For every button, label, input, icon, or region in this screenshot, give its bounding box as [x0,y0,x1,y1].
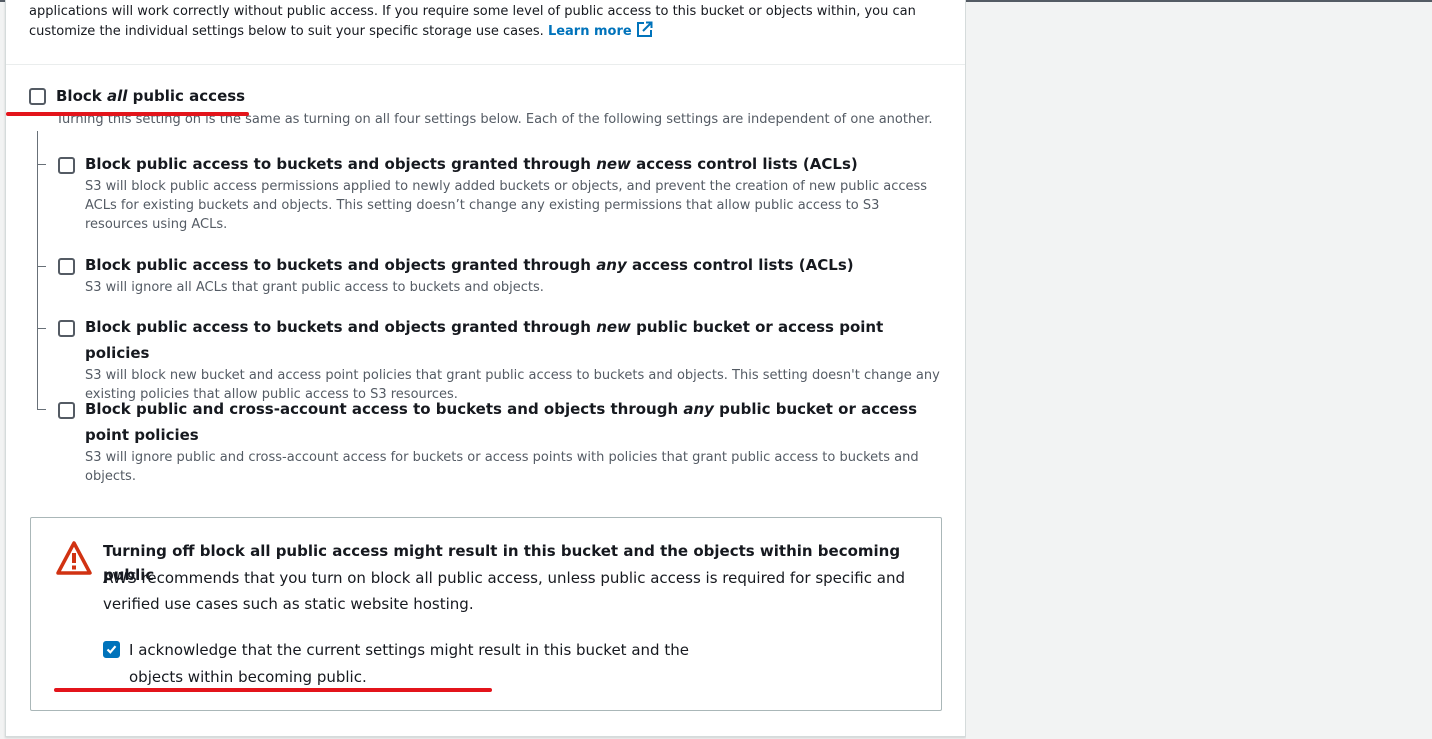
label-part: Block [56,87,107,105]
block-new-policies-checkbox[interactable] [58,320,75,337]
external-link-icon [636,21,653,44]
tree-connector [37,164,46,165]
acknowledge-line-2: objects within becoming public. [129,668,367,686]
block-all-public-access-label[interactable]: Block all public access [56,86,245,106]
acknowledge-label[interactable]: I acknowledge that the current settings … [129,637,729,691]
tree-connector [37,409,46,410]
option-block-new-acls: Block public access to buckets and objec… [85,151,945,234]
learn-more-label: Learn more [547,24,632,39]
annotation-underline-acknowledge [54,688,492,692]
title-part: access control lists (ACLs) [626,256,854,274]
annotation-underline-block-all [6,112,249,116]
title-emphasis: new [596,155,631,173]
option-title[interactable]: Block public access to buckets and objec… [85,151,945,177]
option-title[interactable]: Block public access to buckets and objec… [85,314,945,366]
title-emphasis: any [683,400,714,418]
section-divider [6,64,965,65]
page-background-right [966,2,1432,739]
tree-connector [37,266,46,267]
tree-connector-vertical [37,131,38,410]
option-description: S3 will block public access permissions … [85,179,928,232]
option-description: S3 will ignore all ACLs that grant publi… [85,280,544,295]
option-title[interactable]: Block public and cross-account access to… [85,396,945,448]
label-part: public access [127,87,246,105]
option-block-any-policies: Block public and cross-account access to… [85,396,945,486]
block-public-access-panel: applications will work correctly without… [5,0,966,737]
checkmark-icon [106,645,117,654]
title-part: Block public and cross-account access to… [85,400,684,418]
acknowledge-line-1: I acknowledge that the current settings … [129,641,689,659]
block-new-acls-checkbox[interactable] [58,157,75,174]
block-all-public-access-checkbox[interactable] [29,88,46,105]
title-part: Block public access to buckets and objec… [85,256,597,274]
public-access-warning-alert: Turning off block all public access migh… [30,517,942,711]
title-part: Block public access to buckets and objec… [85,155,597,173]
title-emphasis: any [596,256,627,274]
learn-more-link[interactable]: Learn more [547,21,653,39]
label-emphasis: all [106,87,128,105]
block-any-acls-checkbox[interactable] [58,258,75,275]
title-part: access control lists (ACLs) [630,155,858,173]
title-emphasis: new [596,318,631,336]
intro-text: applications will work correctly without… [29,2,949,44]
intro-description: applications will work correctly without… [29,4,916,39]
warning-triangle-icon [55,540,93,580]
acknowledge-checkbox[interactable] [103,641,120,658]
tree-connector [37,328,46,329]
option-title[interactable]: Block public access to buckets and objec… [85,252,945,278]
option-description: S3 will ignore public and cross-account … [85,450,919,484]
option-block-new-policies: Block public access to buckets and objec… [85,314,945,404]
title-part: Block public access to buckets and objec… [85,318,597,336]
option-block-any-acls: Block public access to buckets and objec… [85,252,945,297]
warning-body: AWS recommends that you turn on block al… [103,569,905,613]
block-any-policies-checkbox[interactable] [58,402,75,419]
